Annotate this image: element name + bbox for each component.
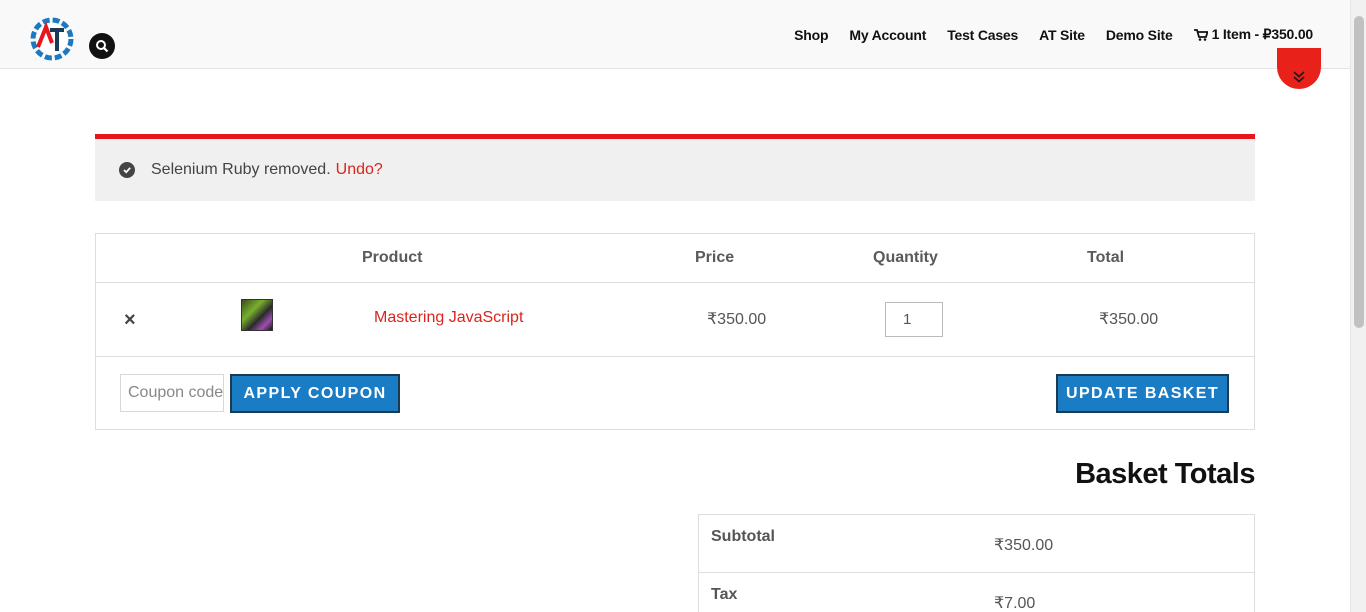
basket-totals-title: Basket Totals [1075,458,1255,490]
column-price: Price [695,249,735,266]
nav-my-account[interactable]: My Account [849,26,926,43]
nav-test-cases[interactable]: Test Cases [947,26,1018,43]
cart-table: Product Price Quantity Total × Mastering… [95,233,1255,430]
scroll-down-button[interactable] [1277,48,1321,89]
cart-summary: 1 Item - ₽350.00 [1211,26,1314,42]
coupon-code-input[interactable] [120,374,224,412]
column-quantity: Quantity [873,249,938,266]
page-scrollbar[interactable] [1350,0,1366,612]
nav-demo-site[interactable]: Demo Site [1106,26,1173,43]
cart-table-header: Product Price Quantity Total [96,234,1254,283]
search-icon [96,40,109,53]
cart-notice: Selenium Ruby removed. Undo? [95,134,1255,201]
product-name-link[interactable]: Mastering JavaScript [374,309,523,327]
update-basket-button[interactable]: UPDATE BASKET [1056,374,1229,413]
nav-shop[interactable]: Shop [794,26,828,43]
tax-value: ₹7.00 [994,595,1036,612]
remove-icon[interactable]: × [124,310,136,330]
search-button[interactable] [89,33,115,59]
chevron-double-down-icon [1293,71,1305,83]
totals-row-subtotal: Subtotal ₹350.00 [699,515,1254,572]
cart-item-row: × Mastering JavaScript ₹350.00 ₹350.00 [96,283,1254,357]
product-price: ₹350.00 [707,311,767,328]
totals-row-tax: Tax ₹7.00 [699,572,1254,612]
quantity-input[interactable] [885,302,943,337]
basket-totals-table: Subtotal ₹350.00 Tax ₹7.00 [698,514,1255,612]
product-thumbnail[interactable] [241,299,273,331]
product-total: ₹350.00 [1099,311,1159,328]
tax-label: Tax [711,586,738,603]
nav-cart[interactable]: 1 Item - ₽350.00 [1193,26,1314,43]
cart-actions-row: APPLY COUPON UPDATE BASKET [96,357,1254,430]
notice-message: Selenium Ruby removed. [151,161,331,178]
logo-icon[interactable] [28,13,80,65]
main-nav: Shop My Account Test Cases AT Site Demo … [773,26,1313,43]
column-product: Product [362,249,423,266]
nav-at-site[interactable]: AT Site [1039,26,1085,43]
page: Shop My Account Test Cases AT Site Demo … [0,0,1366,612]
apply-coupon-button[interactable]: APPLY COUPON [230,374,400,413]
check-circle-icon [119,162,135,178]
undo-link[interactable]: Undo? [336,161,383,179]
scrollbar-thumb[interactable] [1354,16,1364,328]
cart-icon [1193,28,1208,41]
subtotal-value: ₹350.00 [994,537,1054,554]
column-total: Total [1087,249,1125,266]
site-header: Shop My Account Test Cases AT Site Demo … [0,0,1350,69]
subtotal-label: Subtotal [711,528,775,545]
